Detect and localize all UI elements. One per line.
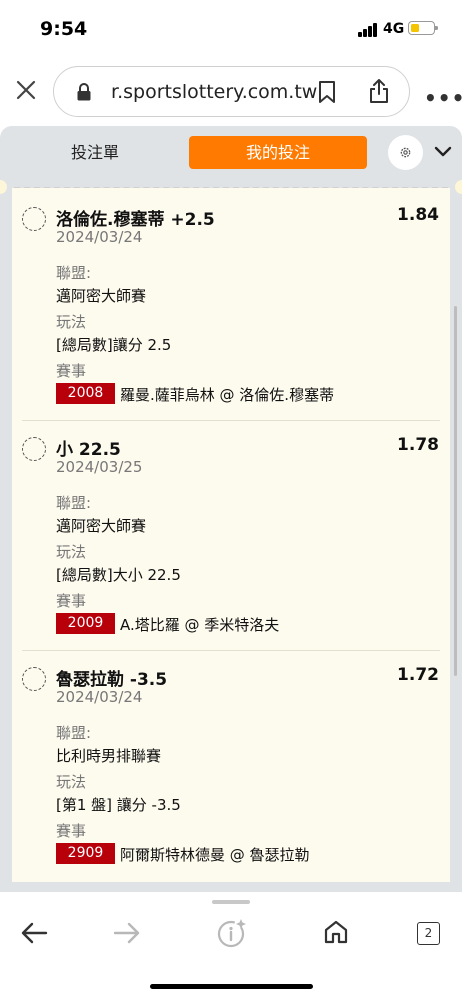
event-code-badge: 2008	[56, 383, 115, 404]
forward-icon[interactable]	[113, 921, 141, 945]
event-label: 賽事	[56, 822, 87, 840]
bet-odds: 1.78	[397, 435, 439, 455]
home-icon[interactable]	[323, 919, 349, 945]
status-time: 9:54	[40, 18, 88, 40]
bet-slip-panel: 投注單 我的投注 洛倫佐.穆塞蒂 +2.5 1.84 2024/03/24 聯盟…	[0, 126, 462, 892]
market-label: 玩法	[56, 313, 87, 331]
toolbar-grabber[interactable]	[212, 900, 250, 904]
url-text: r.sportslottery.com.tw	[111, 81, 318, 103]
network-type: 4G	[383, 21, 405, 37]
market-label: 玩法	[56, 773, 87, 791]
bet-date: 2024/03/24	[56, 228, 143, 246]
league-label: 聯盟:	[56, 724, 92, 742]
battery-icon	[408, 21, 438, 35]
pending-status-icon	[22, 207, 46, 231]
close-icon[interactable]	[14, 78, 38, 102]
event-code-badge: 2009	[56, 613, 115, 634]
tabs-icon[interactable]: 2	[417, 922, 440, 945]
address-field[interactable]: r.sportslottery.com.tw	[53, 66, 410, 117]
signal-icon	[358, 23, 378, 37]
event-label: 賽事	[56, 362, 87, 380]
league-label: 聯盟:	[56, 264, 92, 282]
tab-my-bets[interactable]: 我的投注	[189, 136, 367, 169]
more-icon[interactable]: •••	[424, 86, 462, 110]
info-icon[interactable]	[216, 917, 248, 949]
event-label: 賽事	[56, 592, 87, 610]
event-match: 阿爾斯特林德曼 @ 魯瑟拉勒	[120, 846, 310, 864]
pending-status-icon	[22, 437, 46, 461]
event-match: A.塔比羅 @ 季米特洛夫	[120, 616, 280, 634]
market-value: [總局數]讓分 2.5	[56, 336, 172, 354]
event-match: 羅曼.薩菲烏林 @ 洛倫佐.穆塞蒂	[120, 386, 335, 404]
bet-odds: 1.84	[397, 205, 439, 225]
bet-selection: 魯瑟拉勒 -3.5	[56, 670, 168, 690]
gear-icon	[400, 147, 411, 158]
event-code-badge: 2909	[56, 843, 115, 864]
bet-date: 2024/03/25	[56, 458, 143, 476]
market-label: 玩法	[56, 543, 87, 561]
lock-icon	[77, 83, 91, 101]
chevron-down-icon[interactable]	[434, 146, 452, 158]
share-icon[interactable]	[367, 77, 391, 105]
bet-date: 2024/03/24	[56, 688, 143, 706]
settings-button[interactable]	[388, 135, 423, 170]
home-indicator	[150, 984, 313, 989]
league-label: 聯盟:	[56, 494, 92, 512]
tab-bet-slip[interactable]: 投注單	[40, 138, 150, 168]
back-icon[interactable]	[20, 921, 48, 945]
divider	[22, 650, 440, 651]
bet-selection: 洛倫佐.穆塞蒂 +2.5	[56, 210, 215, 230]
bet-selection: 小 22.5	[56, 440, 121, 460]
bet-odds: 1.72	[397, 665, 439, 685]
divider	[22, 420, 440, 421]
market-value: [第1 盤] 讓分 -3.5	[56, 796, 181, 814]
scrollbar[interactable]	[454, 306, 457, 676]
bookmark-icon[interactable]	[316, 80, 338, 104]
pending-status-icon	[22, 667, 46, 691]
market-value: [總局數]大小 22.5	[56, 566, 181, 584]
league-value: 比利時男排聯賽	[56, 747, 162, 765]
browser-url-bar: r.sportslottery.com.tw	[0, 58, 462, 124]
league-value: 邁阿密大師賽	[56, 287, 147, 305]
league-value: 邁阿密大師賽	[56, 517, 147, 535]
status-bar: 9:54 4G	[0, 0, 462, 58]
bet-list: 洛倫佐.穆塞蒂 +2.5 1.84 2024/03/24 聯盟: 邁阿密大師賽 …	[12, 188, 450, 882]
browser-toolbar: 2	[0, 892, 462, 1000]
